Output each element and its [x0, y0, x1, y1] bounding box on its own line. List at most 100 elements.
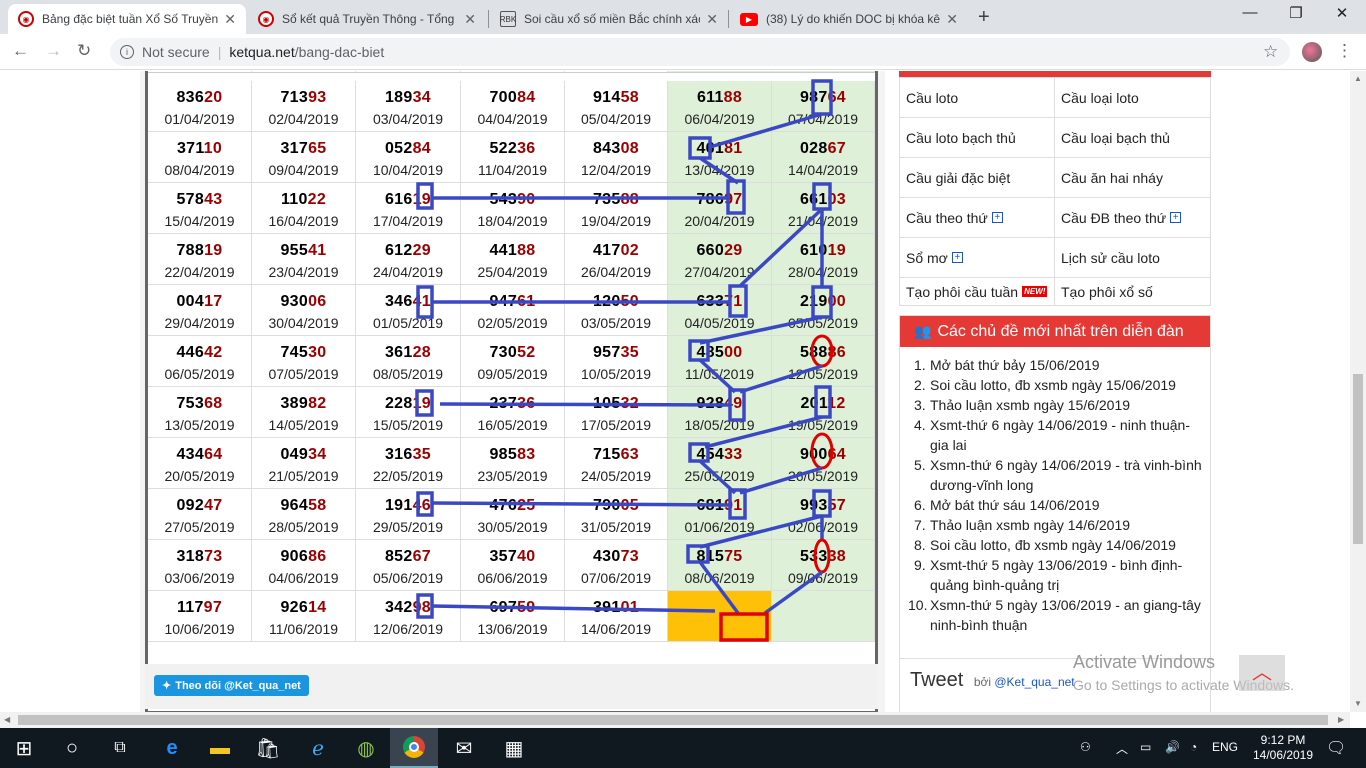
forward-icon[interactable]: →: [45, 41, 62, 61]
horizontal-scrollbar[interactable]: ◀ ▶: [0, 712, 1350, 728]
close-icon[interactable]: ✕: [224, 11, 236, 28]
prize-number-head: 993: [799, 497, 828, 514]
tab-youtube[interactable]: ▶ (38) Lý do khiến DOC bị khóa kênh ✕: [730, 4, 968, 34]
edge-icon[interactable]: e: [148, 728, 196, 768]
forum-topic-link[interactable]: 4. Xsmt-thứ 6 ngày 14/06/2019 - ninh thuậ…: [914, 415, 1204, 455]
profile-avatar[interactable]: [1302, 42, 1322, 62]
cau-link[interactable]: Tạo phôi cầu tuần NEW!: [900, 278, 1055, 305]
prize-number-tail: 34: [412, 89, 431, 106]
forum-topic-link[interactable]: 10. Xsmn-thứ 5 ngày 13/06/2019 - an giang…: [908, 595, 1204, 635]
restore-icon[interactable]: ❐: [1273, 4, 1319, 22]
scroll-up-arrow-icon[interactable]: ▲: [1354, 74, 1362, 83]
cau-link[interactable]: Cầu loại bạch thủ: [1055, 118, 1210, 157]
tab-bang-dac-biet[interactable]: ◉ Bảng đặc biệt tuần Xổ Số Truyền ✕: [8, 4, 246, 34]
show-hidden-icons-icon[interactable]: ︿: [1116, 740, 1128, 757]
prize-number-head: 454: [696, 446, 725, 463]
result-cell: 94761 02/05/2019: [461, 285, 565, 336]
cau-link[interactable]: Cầu loto bạch thủ: [900, 118, 1055, 157]
prize-number: 98583: [461, 446, 564, 464]
new-tab-icon[interactable]: +: [978, 6, 990, 29]
close-icon[interactable]: ✕: [946, 11, 958, 28]
prize-number: 10532: [565, 395, 667, 413]
cau-link[interactable]: Tạo phôi xổ số: [1055, 278, 1210, 305]
notifications-icon[interactable]: 🗨: [1326, 738, 1346, 758]
prize-number-head: 237: [489, 395, 518, 412]
clock[interactable]: 9:12 PM 14/06/2019: [1248, 733, 1318, 763]
file-explorer-icon[interactable]: ▬: [196, 728, 244, 768]
chrome-icon[interactable]: [390, 728, 438, 768]
prize-number: 18934: [356, 89, 460, 107]
bookmark-star-icon[interactable]: ☆: [1263, 42, 1278, 62]
result-cell: 75368 13/05/2019: [148, 387, 252, 438]
prize-number-tail: 19: [204, 242, 223, 259]
info-icon[interactable]: i: [120, 45, 134, 59]
app-icon[interactable]: ◍: [342, 728, 390, 768]
forum-topic-link[interactable]: 5. Xsmn-thứ 6 ngày 14/06/2019 - trà vinh-…: [914, 455, 1204, 495]
cau-link[interactable]: Cầu giải đặc biệt: [900, 158, 1055, 197]
task-view-icon[interactable]: ⧉: [96, 728, 144, 768]
forum-topic-title: Thảo luận xsmb ngày 15/6/2019: [930, 397, 1131, 413]
address-bar[interactable]: i Not secure | ketqua.net/bang-dac-biet: [110, 38, 1290, 66]
windows-start-icon[interactable]: ⊞: [0, 728, 48, 768]
menu-icon[interactable]: ⋮: [1336, 41, 1353, 61]
input-language[interactable]: ENG: [1212, 740, 1238, 754]
vertical-scroll-thumb[interactable]: [1353, 374, 1363, 544]
cau-link[interactable]: Cầu ăn hai nháy: [1055, 158, 1210, 197]
tab-so-ket-qua[interactable]: ◉ Sổ kết quả Truyền Thông - Tổng ✕: [248, 4, 486, 34]
forum-topic-index: 8.: [914, 537, 926, 553]
scroll-left-arrow-icon[interactable]: ◀: [4, 715, 10, 724]
prize-date: 09/04/2019: [268, 162, 339, 178]
expand-plus-icon[interactable]: +: [991, 212, 1003, 223]
prize-number: 71393: [252, 89, 355, 107]
result-cell: 11797 10/06/2019: [148, 591, 252, 642]
result-cell: 34298 12/06/2019: [356, 591, 461, 642]
cau-link[interactable]: Cầu ĐB theo thứ +: [1055, 198, 1210, 237]
scroll-right-arrow-icon[interactable]: ▶: [1338, 715, 1344, 724]
close-icon[interactable]: ✕: [464, 11, 476, 28]
cau-link[interactable]: Lịch sử cầu loto: [1055, 238, 1210, 277]
close-icon[interactable]: ✕: [706, 11, 718, 28]
horizontal-scroll-thumb[interactable]: [18, 715, 1328, 725]
people-icon[interactable]: ⚇: [1080, 740, 1091, 754]
tweet-handle-link[interactable]: @Ket_qua_net: [994, 675, 1074, 689]
battery-icon[interactable]: ▭: [1140, 740, 1151, 754]
forum-topic-link[interactable]: 8. Soi cầu lotto, đb xsmb ngày 14/06/2019: [914, 535, 1204, 555]
mail-icon[interactable]: ✉: [440, 728, 488, 768]
result-cell: 23736 16/05/2019: [461, 387, 565, 438]
calculator-icon[interactable]: ▦: [490, 728, 538, 768]
expand-plus-icon[interactable]: +: [951, 252, 963, 263]
cau-link[interactable]: Cầu theo thứ +: [900, 198, 1055, 237]
scroll-down-arrow-icon[interactable]: ▼: [1354, 699, 1362, 708]
window-close-icon[interactable]: ✕: [1319, 4, 1365, 22]
cau-link-label: Cầu ăn hai nháy: [1061, 169, 1163, 186]
forum-topic-link[interactable]: 9. Xsmt-thứ 5 ngày 13/06/2019 - bình định…: [914, 555, 1204, 595]
vertical-scrollbar[interactable]: ▲ ▼: [1350, 71, 1366, 712]
expand-plus-icon[interactable]: +: [1170, 212, 1182, 223]
forum-topic-link[interactable]: 7. Thảo luận xsmb ngày 14/6/2019: [914, 515, 1204, 535]
wifi-icon[interactable]: ◔: [1190, 740, 1197, 754]
result-cell: 05284 10/04/2019: [356, 132, 461, 183]
forum-topic-title: Mở bát thứ sáu 14/06/2019: [930, 497, 1100, 513]
forum-topic-link[interactable]: 1. Mở bát thứ bảy 15/06/2019: [914, 355, 1204, 375]
prize-number-head: 441: [489, 242, 518, 259]
minimize-icon[interactable]: —: [1227, 4, 1273, 21]
prize-number: 98764: [772, 89, 874, 107]
reload-icon[interactable]: ↻: [77, 41, 91, 61]
volume-icon[interactable]: 🔊: [1165, 740, 1180, 754]
prize-number: 83620: [148, 89, 251, 107]
prize-number: 39101: [565, 599, 667, 617]
cau-link[interactable]: Sổ mơ +: [900, 238, 1055, 277]
store-icon[interactable]: 🛍: [244, 728, 292, 768]
cau-link[interactable]: Cầu loại loto: [1055, 78, 1210, 117]
forum-topic-link[interactable]: 6. Mở bát thứ sáu 14/06/2019: [914, 495, 1204, 515]
internet-explorer-icon[interactable]: ℯ: [294, 728, 342, 768]
back-icon[interactable]: ←: [12, 41, 29, 61]
tab-soi-cau[interactable]: RBK Soi cầu xổ số miền Bắc chính xác ✕: [490, 4, 728, 34]
cau-link[interactable]: Cầu loto: [900, 78, 1055, 117]
twitter-follow-button[interactable]: ✦ Theo dõi @Ket_qua_net: [154, 675, 309, 696]
forum-topic-link[interactable]: 3. Thảo luận xsmb ngày 15/6/2019: [914, 395, 1204, 415]
scroll-to-top-button[interactable]: ︿: [1239, 655, 1285, 691]
forum-topic-link[interactable]: 2. Soi cầu lotto, đb xsmb ngày 15/06/2019: [914, 375, 1204, 395]
search-icon[interactable]: ○: [48, 728, 96, 768]
forum-topic-title: Soi cầu lotto, đb xsmb ngày 14/06/2019: [930, 537, 1176, 553]
